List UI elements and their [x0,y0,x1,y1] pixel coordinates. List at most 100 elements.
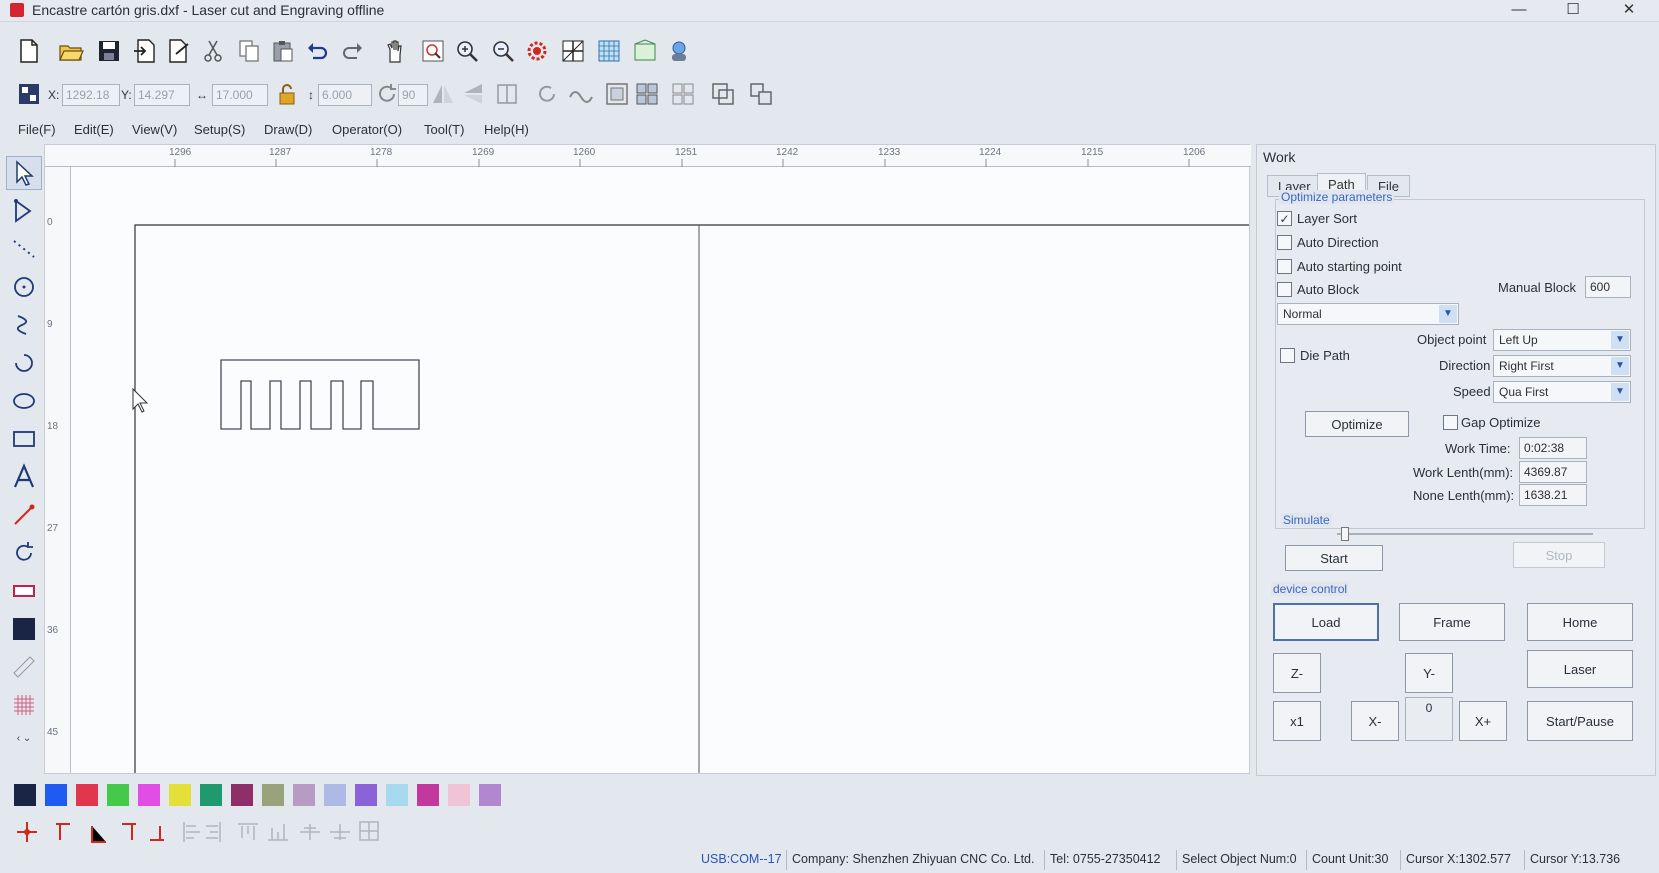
optimize-button[interactable]: Optimize [1305,411,1409,437]
layer-sort-checkbox[interactable]: ✓ [1277,211,1292,226]
x-plus-button[interactable]: X+ [1459,701,1507,741]
rectangle-icon[interactable] [6,422,42,456]
paste-icon[interactable] [268,36,298,66]
menu-help[interactable]: Help(H) [484,122,529,137]
break-apart-icon[interactable] [746,79,776,109]
home-button[interactable]: Home [1527,603,1633,641]
zoom-out-icon[interactable] [488,36,518,66]
node-edit-icon[interactable] [6,194,42,228]
menu-view[interactable]: View(V) [132,122,177,137]
fill-color-icon[interactable] [6,612,42,646]
color-swatch[interactable] [14,784,36,806]
import-icon[interactable] [130,36,160,66]
color-swatch[interactable] [76,784,98,806]
save-icon[interactable] [94,36,124,66]
color-swatch[interactable] [417,784,439,806]
laser-button[interactable]: Laser [1527,650,1633,688]
align-page-icon[interactable] [602,79,632,109]
start-pause-button[interactable]: Start/Pause [1527,701,1633,741]
menu-operator[interactable]: Operator(O) [332,122,402,137]
group-icon[interactable] [668,79,698,109]
drawing-canvas[interactable]: 1296 1287 1278 1269 1260 1251 1242 1233 … [44,144,1251,774]
ellipse-icon[interactable] [6,384,42,418]
color-swatch[interactable] [262,784,284,806]
step-value-field[interactable]: 0 [1405,697,1453,741]
zoom-page-icon[interactable] [418,36,448,66]
close-button[interactable]: ✕ [1614,0,1644,20]
speed-select[interactable]: Qua First ▼ [1493,381,1631,403]
gap-optimize-checkbox[interactable] [1443,415,1458,430]
x-coordinate-field[interactable]: 1292.18 [62,84,120,106]
laser-point-icon[interactable] [6,498,42,532]
manual-block-input[interactable]: 600 [1585,276,1631,298]
auto-block-checkbox[interactable] [1277,282,1292,297]
y-minus-button[interactable]: Y- [1405,653,1453,693]
simulate-slider[interactable] [1341,527,1349,541]
menu-tool[interactable]: Tool(T) [424,122,464,137]
arc-icon[interactable] [6,346,42,380]
minimize-button[interactable]: — [1504,0,1534,20]
color-swatch[interactable] [355,784,377,806]
grid-toggle-icon[interactable] [558,36,588,66]
maximize-button[interactable]: ☐ [1558,0,1588,20]
rotate-object-icon[interactable] [532,79,562,109]
point-circle-icon[interactable] [6,270,42,304]
color-swatch[interactable] [448,784,470,806]
frame-button[interactable]: Frame [1399,603,1505,641]
width-field[interactable]: 17.000 [212,84,268,106]
lock-ratio-icon[interactable] [272,79,302,109]
mode-select[interactable]: Normal ▼ [1277,303,1459,325]
z-minus-button[interactable]: Z- [1273,653,1321,693]
frame-tool-icon[interactable] [6,574,42,608]
start-button[interactable]: Start [1285,545,1383,571]
color-swatch[interactable] [324,784,346,806]
y-coordinate-field[interactable]: 14.297 [134,84,190,106]
curve-smooth-icon[interactable] [566,79,596,109]
select-arrow-icon[interactable] [6,156,42,190]
split-icon[interactable] [492,79,522,109]
menu-setup[interactable]: Setup(S) [194,122,245,137]
x1-step-button[interactable]: x1 [1273,701,1321,741]
color-swatch[interactable] [138,784,160,806]
array-icon[interactable] [632,79,662,109]
text-tool-icon[interactable] [6,460,42,494]
color-swatch[interactable] [107,784,129,806]
mirror-vertical-icon[interactable] [458,79,488,109]
color-swatch[interactable] [169,784,191,806]
select-mode-icon[interactable] [14,79,44,109]
mirror-horizontal-icon[interactable] [428,79,458,109]
undo-icon[interactable] [302,36,332,66]
user-globe-icon[interactable] [664,36,694,66]
rotation-field[interactable]: 90 [398,84,428,106]
menu-edit[interactable]: Edit(E) [74,122,114,137]
height-field[interactable]: 6.000 [318,84,372,106]
auto-direction-checkbox[interactable] [1277,235,1292,250]
color-swatch[interactable] [200,784,222,806]
array-grid-icon[interactable] [594,36,624,66]
color-swatch[interactable] [479,784,501,806]
zoom-in-icon[interactable] [452,36,482,66]
redo-icon[interactable] [338,36,368,66]
settings-gear-icon[interactable] [522,36,552,66]
cut-icon[interactable] [198,36,228,66]
toolbox-scroll-icon[interactable]: ‹ ⌄ [6,726,42,750]
curve-icon[interactable] [6,308,42,342]
copy-icon[interactable] [234,36,264,66]
menu-draw[interactable]: Draw(D) [264,122,312,137]
stop-button[interactable]: Stop [1513,542,1605,568]
grid-hatch-icon[interactable] [6,688,42,722]
object-point-select[interactable]: Left Up ▼ [1493,329,1631,351]
work-area[interactable] [71,167,1249,773]
auto-starting-point-checkbox[interactable] [1277,259,1292,274]
new-file-icon[interactable] [14,36,44,66]
color-swatch[interactable] [231,784,253,806]
pan-hand-icon[interactable] [380,36,410,66]
color-swatch[interactable] [293,784,315,806]
die-path-checkbox[interactable] [1280,348,1295,363]
open-folder-icon[interactable] [56,36,86,66]
export-icon[interactable] [164,36,194,66]
rotate-tool-icon[interactable] [6,536,42,570]
frame-preview-icon[interactable] [630,36,660,66]
dotted-line-icon[interactable] [6,232,42,266]
load-button[interactable]: Load [1273,603,1379,641]
